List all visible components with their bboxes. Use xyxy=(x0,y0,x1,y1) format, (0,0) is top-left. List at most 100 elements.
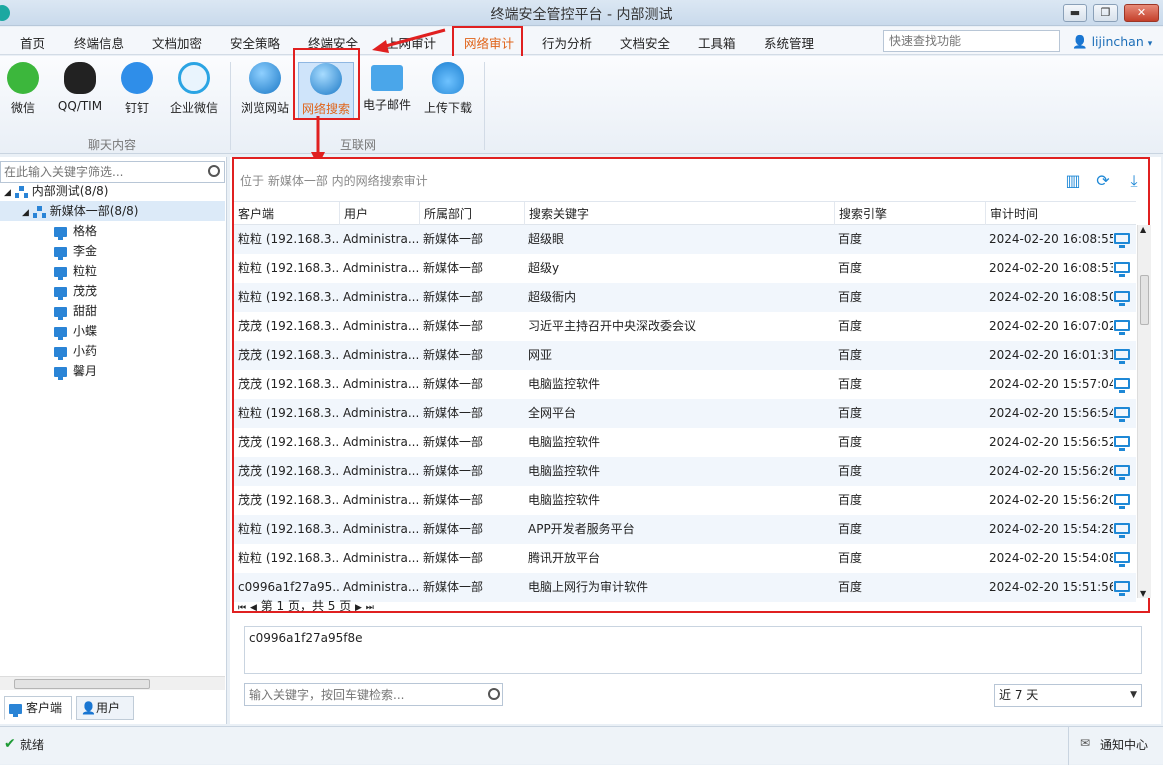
cell-client: 茂茂 (192.168.3... xyxy=(238,435,339,449)
tree-toggle-icon[interactable]: ◢ xyxy=(4,188,11,198)
tree-client[interactable]: 粒粒 xyxy=(54,261,97,281)
cell-user: Administra... xyxy=(343,464,419,478)
cell-engine: 百度 xyxy=(838,377,863,391)
table-row[interactable]: 粒粒 (192.168.3... Administra... 新媒体一部 全网平台 百度… xyxy=(234,399,1136,428)
grid-vscrollbar[interactable]: ▲ ▼ xyxy=(1137,225,1151,598)
search-icon[interactable] xyxy=(208,165,220,177)
sidebar-search-input[interactable] xyxy=(0,161,225,183)
grid-header: 客户端 用户 所属部门 搜索关键字 搜索引擎 审计时间 xyxy=(234,201,1136,226)
scrollbar-thumb[interactable] xyxy=(14,679,150,689)
search-icon[interactable] xyxy=(488,688,500,700)
cell-client: 茂茂 (192.168.3... xyxy=(238,319,339,333)
table-row[interactable]: 粒粒 (192.168.3... Administra... 新媒体一部 超级y 百度 2… xyxy=(234,254,1136,283)
tree-client[interactable]: 小蝶 xyxy=(54,321,97,341)
cell-engine: 百度 xyxy=(838,464,863,478)
cell-time: 2024-02-20 16:08:55 xyxy=(989,232,1113,246)
tree-client[interactable]: 甜甜 xyxy=(54,301,97,321)
cell-dept: 新媒体一部 xyxy=(423,290,484,304)
monitor-icon[interactable] xyxy=(1114,552,1130,567)
status-divider xyxy=(1068,727,1069,765)
cell-engine: 百度 xyxy=(838,551,863,565)
cell-keyword: 超级眼 xyxy=(528,232,565,246)
tab-clients[interactable]: 客户端 xyxy=(4,696,72,720)
table-row[interactable]: 粒粒 (192.168.3... Administra... 新媒体一部 APP开发者… xyxy=(234,515,1136,544)
cell-dept: 新媒体一部 xyxy=(423,348,484,362)
table-row[interactable]: 茂茂 (192.168.3... Administra... 新媒体一部 习近平主持召… xyxy=(234,312,1136,341)
sidebar: ◢ 内部测试(8/8) ◢ 新媒体一部(8/8) 格格 李金 粒粒 茂茂 甜甜 … xyxy=(0,157,227,724)
scrollbar-thumb[interactable] xyxy=(1140,275,1149,325)
prev-page-icon[interactable]: ◀ xyxy=(250,603,257,613)
monitor-icon[interactable] xyxy=(1114,465,1130,480)
cell-engine: 百度 xyxy=(838,261,863,275)
tab-users[interactable]: 👤用户 xyxy=(76,696,134,720)
table-row[interactable]: 茂茂 (192.168.3... Administra... 新媒体一部 电脑监控软件… xyxy=(234,457,1136,486)
cell-user: Administra... xyxy=(343,580,419,594)
monitor-icon[interactable] xyxy=(1114,378,1130,393)
monitor-icon[interactable] xyxy=(1114,436,1130,451)
monitor-icon[interactable] xyxy=(1114,581,1130,596)
refresh-icon[interactable]: ⟳ xyxy=(1094,172,1112,190)
cell-dept: 新媒体一部 xyxy=(423,580,484,594)
cell-time: 2024-02-20 15:51:56 xyxy=(989,580,1113,594)
col-engine[interactable]: 搜索引擎 xyxy=(834,202,985,226)
tree-toggle-icon[interactable]: ◢ xyxy=(22,208,29,218)
col-client[interactable]: 客户端 xyxy=(234,202,339,226)
cell-client: 茂茂 (192.168.3... xyxy=(238,493,339,507)
table-row[interactable]: 粒粒 (192.168.3... Administra... 新媒体一部 超级眼 百度 2… xyxy=(234,225,1136,254)
monitor-icon[interactable] xyxy=(1114,523,1130,538)
cell-keyword: 电脑上网行为审计软件 xyxy=(528,580,649,594)
sidebar-hscrollbar[interactable] xyxy=(0,676,225,690)
table-row[interactable]: 粒粒 (192.168.3... Administra... 新媒体一部 超级衙内 百度… xyxy=(234,283,1136,312)
monitor-icon[interactable] xyxy=(1114,320,1130,335)
cell-client: 茂茂 (192.168.3... xyxy=(238,377,339,391)
date-range-select[interactable]: 近 7 天 ▼ xyxy=(994,684,1142,707)
tree-dept[interactable]: ◢ 新媒体一部(8/8) xyxy=(0,201,225,221)
cell-engine: 百度 xyxy=(838,522,863,536)
monitor-icon[interactable] xyxy=(1114,494,1130,509)
cell-time: 2024-02-20 15:56:26 xyxy=(989,464,1113,478)
columns-icon[interactable]: ▥ xyxy=(1064,172,1082,190)
download-icon[interactable]: ⤓ xyxy=(1125,172,1143,190)
keyword-search-input[interactable] xyxy=(244,683,503,706)
monitor-icon[interactable] xyxy=(1114,262,1130,277)
table-row[interactable]: c0996a1f27a95... Administra... 新媒体一部 电脑上网行为… xyxy=(234,573,1136,602)
table-row[interactable]: 茂茂 (192.168.3... Administra... 新媒体一部 电脑监控软件… xyxy=(234,428,1136,457)
next-page-icon[interactable]: ▶ xyxy=(355,603,362,613)
table-row[interactable]: 粒粒 (192.168.3... Administra... 新媒体一部 腾讯开放平台… xyxy=(234,544,1136,573)
col-dept[interactable]: 所属部门 xyxy=(419,202,524,226)
scroll-down-icon[interactable]: ▼ xyxy=(1140,589,1146,598)
table-row[interactable]: 茂茂 (192.168.3... Administra... 新媒体一部 电脑监控软件… xyxy=(234,486,1136,515)
cell-keyword: 超级衙内 xyxy=(528,290,577,304)
cell-time: 2024-02-20 15:56:20 xyxy=(989,493,1113,507)
tree-client[interactable]: 小药 xyxy=(54,341,97,361)
last-page-icon[interactable]: ⏭ xyxy=(366,603,374,613)
main-panel: 位于 新媒体一部 内的网络搜索审计 ▥ ⟳ ⤓ 客户端 用户 所属部门 搜索关键… xyxy=(230,157,1161,724)
audit-grid-panel: 位于 新媒体一部 内的网络搜索审计 ▥ ⟳ ⤓ 客户端 用户 所属部门 搜索关键… xyxy=(232,157,1151,613)
cell-client: c0996a1f27a95... xyxy=(238,580,339,594)
cell-time: 2024-02-20 15:56:52 xyxy=(989,435,1113,449)
mail-icon: ✉ xyxy=(1080,736,1091,750)
computer-icon xyxy=(54,346,67,360)
tree-root[interactable]: ◢ 内部测试(8/8) xyxy=(4,181,108,201)
monitor-icon[interactable] xyxy=(1114,407,1130,422)
scroll-up-icon[interactable]: ▲ xyxy=(1140,225,1146,234)
tree-client[interactable]: 格格 xyxy=(54,221,97,241)
cell-dept: 新媒体一部 xyxy=(423,319,484,333)
computer-icon xyxy=(54,246,67,260)
check-icon: ✔ xyxy=(4,736,16,752)
col-user[interactable]: 用户 xyxy=(339,202,419,226)
notify-center-button[interactable]: 通知中心 xyxy=(1100,736,1148,753)
monitor-icon[interactable] xyxy=(1114,233,1130,248)
col-keyword[interactable]: 搜索关键字 xyxy=(524,202,834,226)
tree-client[interactable]: 馨月 xyxy=(54,361,97,381)
col-time[interactable]: 审计时间 xyxy=(985,202,1136,226)
monitor-icon[interactable] xyxy=(1114,291,1130,306)
cell-time: 2024-02-20 15:57:04 xyxy=(989,377,1113,391)
table-row[interactable]: 茂茂 (192.168.3... Administra... 新媒体一部 电脑监控软件… xyxy=(234,370,1136,399)
tree-client[interactable]: 茂茂 xyxy=(54,281,97,301)
tree-client[interactable]: 李金 xyxy=(54,241,97,261)
location-text: 位于 新媒体一部 内的网络搜索审计 xyxy=(240,174,428,188)
first-page-icon[interactable]: ⏮ xyxy=(238,603,246,613)
monitor-icon[interactable] xyxy=(1114,349,1130,364)
table-row[interactable]: 茂茂 (192.168.3... Administra... 新媒体一部 网亚 百度 20… xyxy=(234,341,1136,370)
